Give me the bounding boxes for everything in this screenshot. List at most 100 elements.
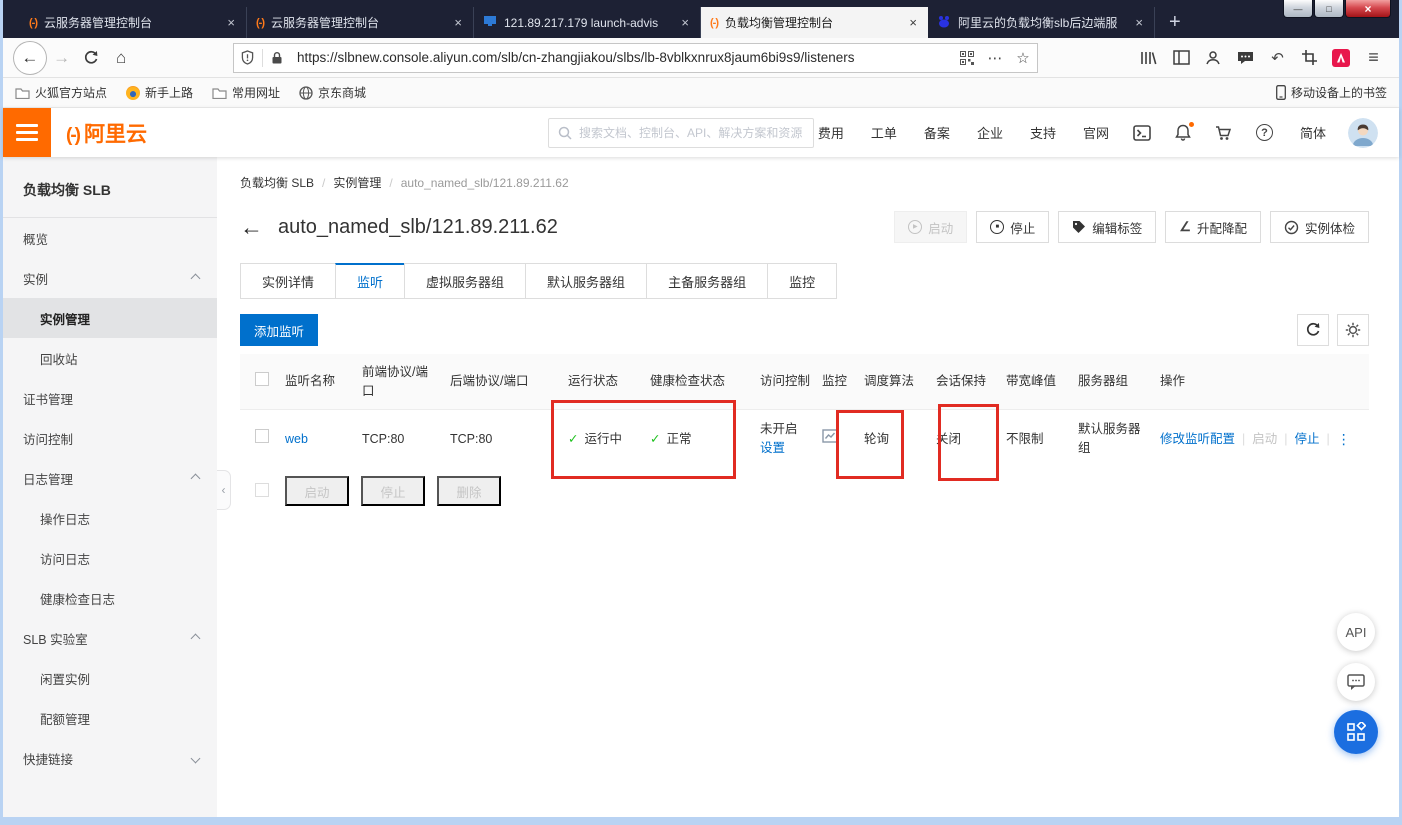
- home-button[interactable]: ⌂: [106, 43, 136, 73]
- row-checkbox[interactable]: [255, 429, 269, 443]
- tab-primary-secondary-groups[interactable]: 主备服务器组: [646, 263, 769, 299]
- table-settings-button[interactable]: [1337, 314, 1369, 346]
- mobile-bookmarks[interactable]: 移动设备上的书签: [1276, 84, 1387, 101]
- breadcrumb-instance-management[interactable]: 实例管理: [333, 174, 381, 191]
- mini-apps-floating-button[interactable]: [1334, 710, 1378, 754]
- qr-code-icon[interactable]: [953, 44, 981, 72]
- product-menu-button[interactable]: [3, 108, 51, 157]
- back-to-list-icon[interactable]: ←: [240, 215, 263, 239]
- batch-stop-button[interactable]: 停止: [361, 476, 425, 506]
- select-all-checkbox[interactable]: [255, 371, 269, 386]
- sidebar-item-operation-logs[interactable]: 操作日志: [3, 498, 217, 538]
- tab-instance-details[interactable]: 实例详情: [240, 263, 337, 299]
- browser-tab-2[interactable]: (-) 云服务器管理控制台 ×: [247, 7, 474, 38]
- upgrade-downgrade-button[interactable]: ∠ 升配降配: [1165, 211, 1261, 243]
- screenshot-crop-icon[interactable]: [1294, 43, 1325, 73]
- batch-start-button[interactable]: 启动: [285, 476, 349, 506]
- sidebar-item-quota-management[interactable]: 配额管理: [3, 698, 217, 738]
- feedback-floating-button[interactable]: [1337, 663, 1375, 701]
- menu-icp[interactable]: 备案: [924, 123, 950, 142]
- menu-enterprise[interactable]: 企业: [977, 123, 1003, 142]
- language-switch[interactable]: 简体: [1300, 123, 1326, 142]
- user-avatar[interactable]: [1348, 117, 1378, 148]
- back-button[interactable]: ←: [13, 40, 47, 75]
- sidebar-toggle-icon[interactable]: [1166, 43, 1197, 73]
- edit-listener-config-link[interactable]: 修改监听配置: [1160, 430, 1235, 449]
- stop-listener-link[interactable]: 停止: [1295, 430, 1320, 449]
- add-listener-button[interactable]: 添加监听: [240, 314, 319, 346]
- tab-close-icon[interactable]: ×: [907, 15, 919, 30]
- browser-tab-1[interactable]: (-) 云服务器管理控制台 ×: [20, 7, 247, 38]
- undo-icon[interactable]: ↶: [1262, 43, 1293, 73]
- tab-monitoring[interactable]: 监控: [767, 263, 838, 299]
- instance-checkup-button[interactable]: 实例体检: [1269, 211, 1369, 243]
- tab-close-icon[interactable]: ×: [452, 15, 464, 30]
- minimize-button[interactable]: —: [1283, 0, 1313, 18]
- sidebar-item-access-logs[interactable]: 访问日志: [3, 538, 217, 578]
- sidebar-item-instances[interactable]: 实例: [3, 258, 217, 298]
- tab-close-icon[interactable]: ×: [1133, 15, 1145, 30]
- sidebar-item-slb-lab[interactable]: SLB 实验室: [3, 618, 217, 658]
- sidebar-item-instance-management[interactable]: 实例管理: [3, 298, 217, 338]
- sidebar-item-recycle-bin[interactable]: 回收站: [3, 338, 217, 378]
- listener-name-link[interactable]: web: [285, 432, 308, 446]
- tab-close-icon[interactable]: ×: [679, 15, 691, 30]
- sidebar-item-health-check-logs[interactable]: 健康检查日志: [3, 578, 217, 618]
- menu-tickets[interactable]: 工单: [871, 123, 897, 142]
- new-tab-button[interactable]: +: [1155, 7, 1195, 38]
- chart-icon[interactable]: [822, 429, 839, 443]
- bookmark-folder-common-sites[interactable]: 常用网址: [212, 84, 280, 101]
- stop-instance-button[interactable]: ■ 停止: [976, 211, 1050, 243]
- batch-delete-button[interactable]: 删除: [437, 476, 501, 506]
- tab-listeners[interactable]: 监听: [335, 263, 406, 299]
- notifications-bell-icon[interactable]: [1175, 122, 1194, 141]
- browser-tab-3[interactable]: 121.89.217.179 launch-advis ×: [474, 7, 701, 38]
- menu-billing[interactable]: 费用: [818, 123, 844, 142]
- aliyun-logo[interactable]: (-) 阿里云: [66, 118, 147, 148]
- page-actions-icon[interactable]: ⋯: [981, 44, 1009, 72]
- security-extension-icon[interactable]: [1326, 43, 1357, 73]
- sidebar-item-quick-links[interactable]: 快捷链接: [3, 738, 217, 778]
- account-icon[interactable]: [1198, 43, 1229, 73]
- acl-settings-link[interactable]: 设置: [760, 439, 812, 458]
- breadcrumb-slb[interactable]: 负载均衡 SLB: [240, 174, 314, 191]
- sidebar-collapse-handle[interactable]: ‹: [217, 470, 231, 510]
- bookmark-jd[interactable]: 京东商城: [299, 84, 366, 101]
- sidebar-item-certificates[interactable]: 证书管理: [3, 378, 217, 418]
- tracking-shield-icon[interactable]: [234, 44, 262, 72]
- tab-default-server-group[interactable]: 默认服务器组: [525, 263, 648, 299]
- edit-tags-button[interactable]: 编辑标签: [1058, 211, 1157, 243]
- sidebar-item-log-management[interactable]: 日志管理: [3, 458, 217, 498]
- sidebar-item-overview[interactable]: 概览: [3, 218, 217, 258]
- api-floating-button[interactable]: API: [1337, 613, 1375, 651]
- hamburger-menu-icon[interactable]: ≡: [1358, 43, 1389, 73]
- bookmark-getting-started[interactable]: 新手上路: [126, 84, 193, 101]
- search-input[interactable]: [579, 126, 804, 140]
- bookmark-folder-firefox-official[interactable]: 火狐官方站点: [15, 84, 107, 101]
- console-search[interactable]: [548, 118, 814, 148]
- browser-tab-5[interactable]: 阿里云的负载均衡slb后边端服 ×: [928, 7, 1155, 38]
- tab-close-icon[interactable]: ×: [225, 15, 237, 30]
- messenger-icon[interactable]: [1230, 43, 1261, 73]
- sidebar-item-access-control[interactable]: 访问控制: [3, 418, 217, 458]
- cart-icon[interactable]: [1215, 125, 1232, 141]
- help-icon[interactable]: ?: [1255, 124, 1273, 141]
- sidebar-item-idle-instances[interactable]: 闲置实例: [3, 658, 217, 698]
- menu-support[interactable]: 支持: [1030, 123, 1056, 142]
- menu-website[interactable]: 官网: [1083, 123, 1109, 142]
- more-actions-icon[interactable]: ⋮: [1337, 430, 1351, 449]
- refresh-button[interactable]: [1297, 314, 1329, 346]
- browser-tab-4-active[interactable]: (-) 负载均衡管理控制台 ×: [701, 7, 928, 38]
- tab-vserver-groups[interactable]: 虚拟服务器组: [404, 263, 527, 299]
- url-bar[interactable]: https://slbnew.console.aliyun.com/slb/cn…: [232, 42, 1038, 73]
- start-instance-button[interactable]: ▶ 启动: [894, 211, 968, 243]
- close-window-button[interactable]: ×: [1345, 0, 1391, 18]
- cloudshell-icon[interactable]: [1133, 124, 1151, 141]
- footer-select-checkbox[interactable]: [255, 482, 269, 497]
- bookmark-star-icon[interactable]: ☆: [1009, 44, 1037, 72]
- maximize-button[interactable]: □: [1314, 0, 1344, 18]
- library-icon[interactable]: [1134, 43, 1165, 73]
- reload-button[interactable]: [76, 43, 106, 73]
- start-listener-link[interactable]: 启动: [1252, 430, 1277, 449]
- forward-button[interactable]: →: [47, 43, 77, 73]
